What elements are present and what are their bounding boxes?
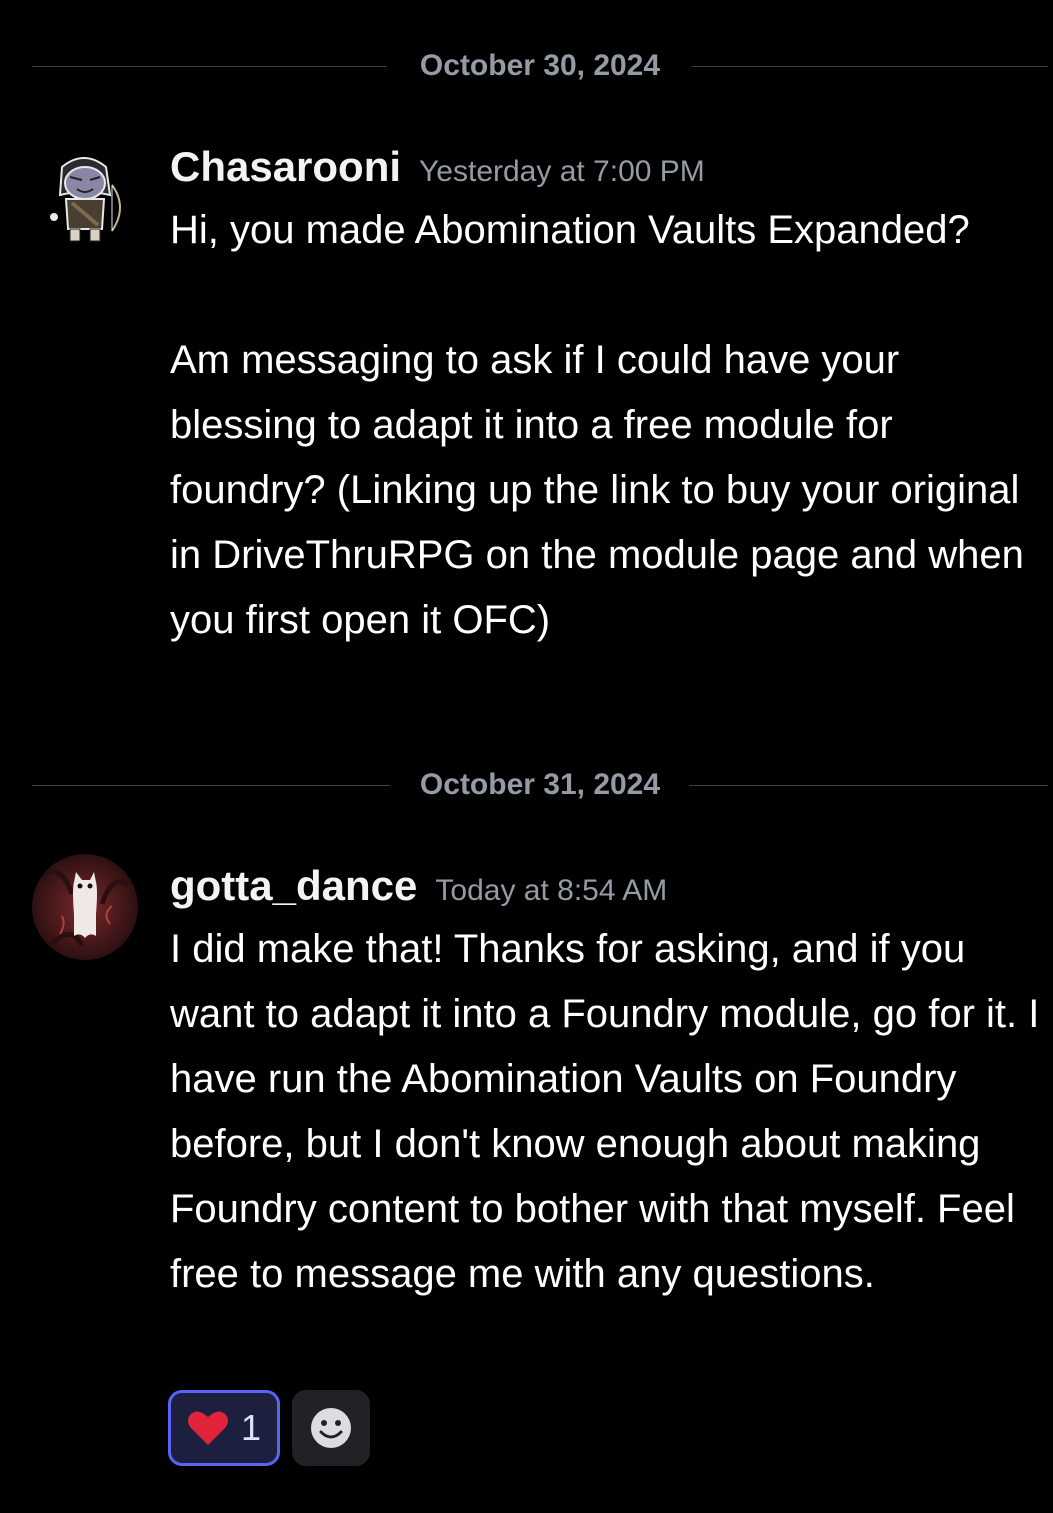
timestamp: Yesterday at 7:00 PM (419, 155, 705, 188)
heart-reaction-button[interactable]: 1 (168, 1390, 280, 1466)
add-reaction-smiley-icon (311, 1408, 351, 1448)
timestamp: Today at 8:54 AM (435, 874, 668, 907)
message-content: Hi, you made Abomination Vaults Expanded… (170, 198, 1040, 653)
avatar[interactable] (32, 854, 138, 960)
username[interactable]: gotta_dance (170, 862, 417, 909)
avatar[interactable] (32, 145, 138, 251)
divider-line-right (689, 785, 1048, 786)
reaction-count: 1 (240, 1407, 262, 1448)
date-divider: October 31, 2024 (32, 765, 1048, 805)
message-paragraph: I did make that! Thanks for asking, and … (170, 927, 1040, 1296)
message-header: Chasarooni Yesterday at 7:00 PM (170, 143, 705, 191)
username[interactable]: Chasarooni (170, 143, 401, 190)
message-header: gotta_dance Today at 8:54 AM (170, 862, 667, 910)
heart-icon (187, 1411, 228, 1445)
message-paragraph: Am messaging to ask if I could have your… (170, 338, 1024, 642)
archer-character-avatar-icon (32, 145, 138, 251)
ghost-forest-avatar-icon (32, 854, 138, 960)
message-paragraph: Hi, you made Abomination Vaults Expanded… (170, 208, 970, 252)
date-divider: October 30, 2024 (32, 46, 1048, 86)
message-paragraph-spacer (170, 263, 1040, 328)
divider-line-right (692, 66, 1048, 67)
message-content: I did make that! Thanks for asking, and … (170, 917, 1040, 1307)
reactions-bar: 1 (168, 1390, 370, 1466)
add-reaction-button[interactable] (292, 1390, 370, 1466)
